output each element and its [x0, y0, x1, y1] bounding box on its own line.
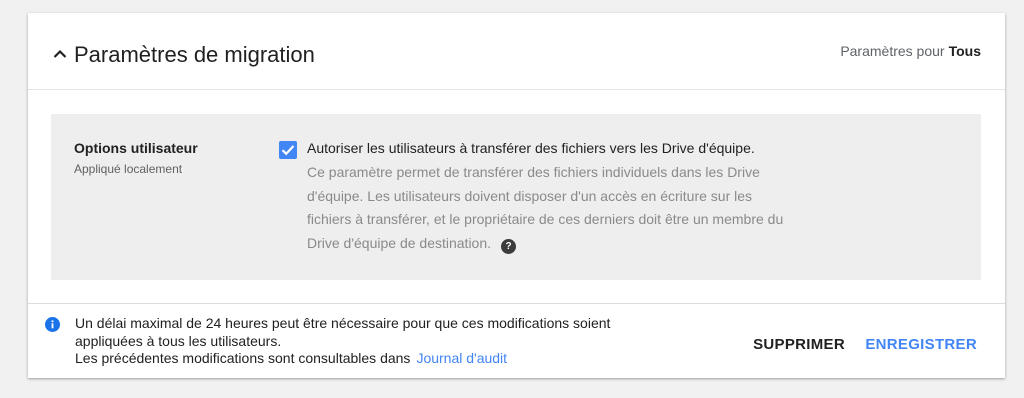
notice-line: appliquées à tous les utilisateurs.	[75, 332, 282, 349]
check-icon	[281, 145, 295, 156]
user-options-title: Options utilisateur	[74, 140, 198, 156]
info-icon	[45, 317, 60, 332]
allow-transfer-checkbox[interactable]	[279, 141, 297, 159]
settings-for-label: Paramètres pour	[840, 43, 945, 59]
description-line-last: Drive d'équipe de destination.?	[307, 232, 847, 256]
user-options-section: Options utilisateur Appliqué localement …	[51, 114, 981, 280]
description-line: fichiers à transférer, et le propriétair…	[307, 211, 784, 227]
propagation-notice: Un délai maximal de 24 heures peut être …	[75, 315, 610, 368]
description-line: d'équipe. Les utilisateurs doivent dispo…	[307, 187, 753, 204]
allow-transfer-description: Ce paramètre permet de transférer des fi…	[307, 161, 847, 255]
card-header: Paramètres de migration Paramètres pour T…	[28, 13, 1005, 90]
save-button[interactable]: ENREGISTRER	[865, 336, 977, 353]
settings-scope-value: Tous	[948, 43, 981, 59]
page-title: Paramètres de migration	[74, 42, 315, 67]
notice-line: Un délai maximal de 24 heures peut être …	[75, 315, 611, 331]
chevron-up-icon	[53, 49, 67, 58]
notice-line: Les précédentes modifications sont consu…	[75, 350, 411, 366]
allow-transfer-label: Autoriser les utilisateurs à transférer …	[307, 140, 755, 156]
help-circle-icon[interactable]: ?	[501, 238, 517, 254]
delete-button[interactable]: SUPPRIMER	[753, 336, 845, 353]
card-footer: Un délai maximal de 24 heures peut être …	[28, 303, 1005, 378]
audit-log-link[interactable]: Journal d'audit	[416, 350, 507, 366]
user-options-subtitle: Appliqué localement	[74, 162, 183, 176]
info-glyph	[51, 320, 54, 329]
description-line: Drive d'équipe de destination.	[307, 234, 492, 251]
description-line: Ce paramètre permet de transférer des fi…	[307, 164, 760, 180]
migration-settings-card: Paramètres de migration Paramètres pour T…	[28, 13, 1005, 378]
settings-scope: Paramètres pour Tous	[840, 43, 981, 59]
collapse-button[interactable]	[49, 43, 71, 65]
notice-line-audit: Les précédentes modifications sont consu…	[75, 350, 610, 368]
